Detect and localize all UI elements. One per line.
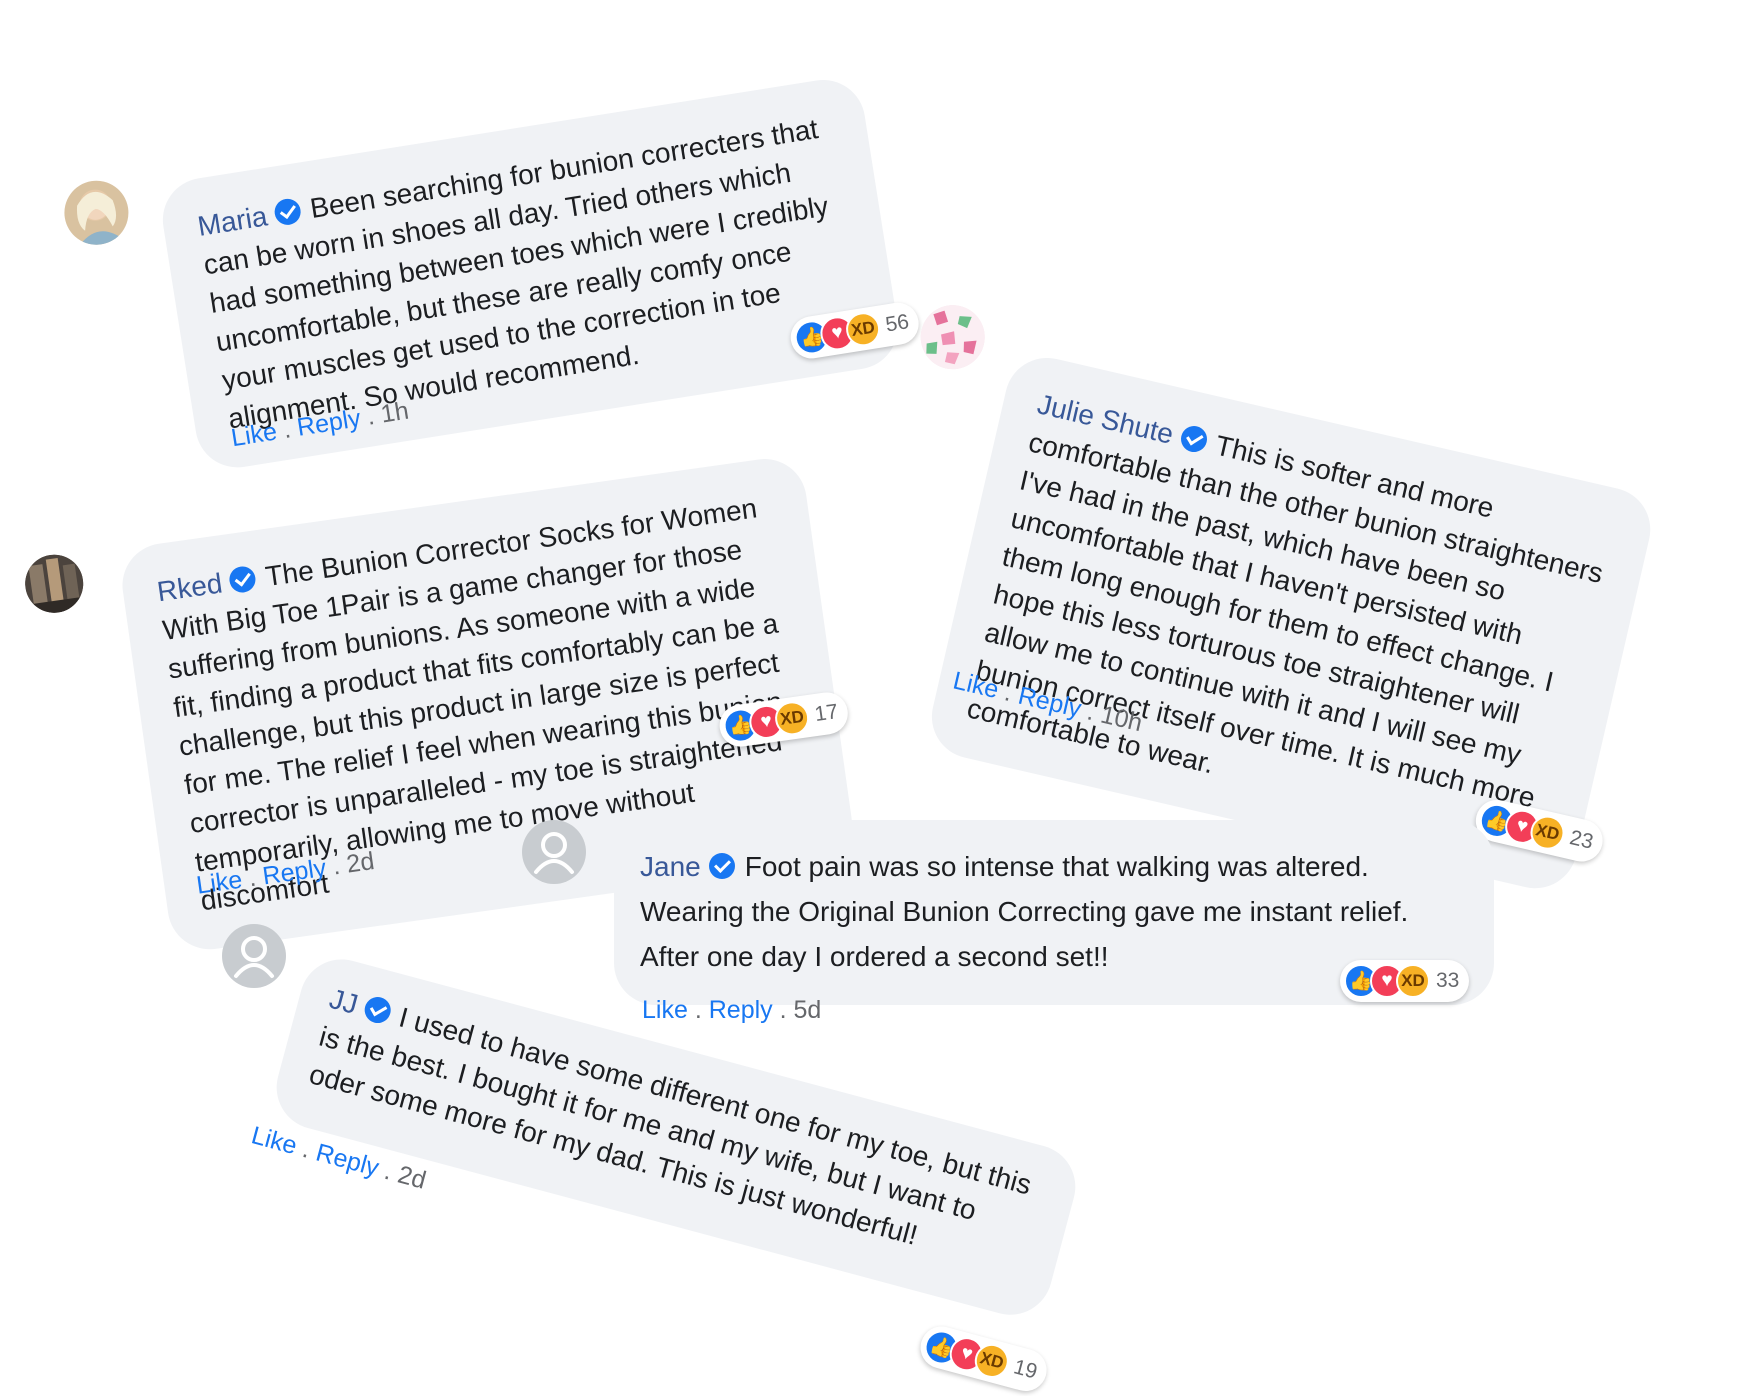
comment-timestamp[interactable]: 2d <box>395 1160 429 1194</box>
reaction-summary[interactable]: 👍 ♥ XD 33 <box>1340 960 1470 1002</box>
separator: . <box>779 996 787 1024</box>
user-photo-icon <box>76 192 126 249</box>
separator: . <box>694 996 702 1024</box>
verified-badge-icon <box>361 994 394 1026</box>
comment-text: This is softer and more comfortable than… <box>964 426 1606 814</box>
separator: . <box>1084 697 1098 727</box>
avatar[interactable] <box>522 820 586 884</box>
separator: . <box>281 415 293 445</box>
comment-bubble: Maria Been searching for bunion correcter… <box>156 73 904 474</box>
comment-timestamp[interactable]: 1h <box>379 397 411 429</box>
verified-badge-icon <box>228 564 258 595</box>
reaction-count: 17 <box>813 699 840 727</box>
pattern-avatar-icon <box>914 298 992 376</box>
comment-timestamp[interactable]: 5d <box>794 996 822 1024</box>
like-link[interactable]: Like <box>642 996 688 1024</box>
verified-badge-icon <box>1177 423 1210 455</box>
commenter-name[interactable]: Rked <box>155 567 224 607</box>
default-avatar-icon <box>234 936 274 978</box>
comment-text: Been searching for bunion correcters tha… <box>201 113 831 435</box>
commenter-name[interactable]: Jane <box>640 851 701 882</box>
separator: . <box>246 863 258 893</box>
haha-reaction-icon: XD <box>1396 964 1430 998</box>
comment-actions: Like . Reply . 5d <box>642 996 821 1025</box>
user-photo-icon <box>21 550 87 617</box>
separator: . <box>365 401 377 431</box>
verified-badge-icon <box>708 853 735 879</box>
verified-badge-icon <box>272 196 303 227</box>
comment-text: Foot pain was so intense that walking wa… <box>640 851 1409 972</box>
separator: . <box>330 851 342 881</box>
avatar[interactable] <box>59 176 134 250</box>
avatar[interactable] <box>21 550 87 617</box>
reaction-count: 33 <box>1436 969 1460 992</box>
default-avatar-icon <box>534 832 574 874</box>
comment-timestamp[interactable]: 2d <box>345 847 376 879</box>
like-link[interactable]: Like <box>195 866 244 900</box>
reaction-count: 56 <box>883 310 911 337</box>
separator: . <box>381 1156 396 1186</box>
reaction-count: 19 <box>1011 1355 1040 1384</box>
reply-link[interactable]: Reply <box>709 996 773 1024</box>
like-link[interactable]: Like <box>229 417 279 452</box>
separator: . <box>1001 678 1015 708</box>
avatar[interactable] <box>222 924 286 988</box>
like-link[interactable]: Like <box>249 1121 301 1160</box>
commenter-name[interactable]: Maria <box>195 200 269 242</box>
commenter-name[interactable]: JJ <box>326 983 361 1020</box>
comment-text: I used to have some different one for my… <box>306 1001 1035 1251</box>
avatar[interactable] <box>914 298 992 376</box>
reaction-summary[interactable]: 👍 ♥ XD 19 <box>915 1321 1052 1396</box>
separator: . <box>299 1134 314 1164</box>
reaction-count: 23 <box>1567 826 1596 854</box>
